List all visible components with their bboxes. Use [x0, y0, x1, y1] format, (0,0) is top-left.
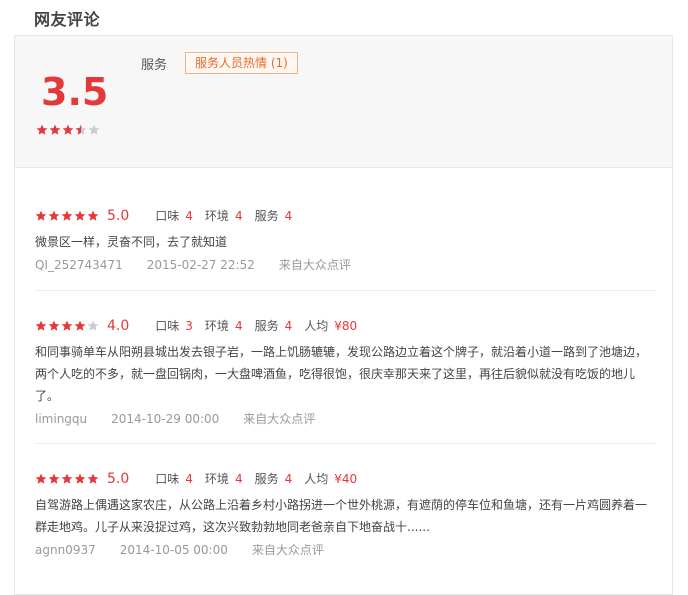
review-item: 5.0 口味 4 环境 4 服务 4 微景区一样，灵奋不同，去了就知道 QI_252743471… [35, 207, 655, 273]
review-date: 2015-02-27 22:52 [146, 258, 255, 272]
review-rating-line: 5.0 口味 4 环境 4 服务 4 人均 ¥40 [35, 470, 655, 487]
review-item: 5.0 口味 4 环境 4 服务 4 人均 ¥40 自驾游路上偶遇这家农庄，从公路上沿着乡村小路拐… [35, 470, 655, 558]
sub-rating: 服务 4 [255, 472, 293, 486]
sub-rating-label: 人均 [304, 471, 329, 486]
review-comment: 自驾游路上偶遇这家农庄，从公路上沿着乡村小路拐进一个世外桃源，有遮荫的停车位和鱼… [35, 498, 648, 534]
sub-rating-label: 口味 [155, 208, 180, 223]
sub-rating-value: 4 [185, 471, 193, 486]
review-item: 4.0 口味 3 环境 4 服务 4 人均 ¥80 和同事骑单车从阳朔县城出发去银子岩，一路上饥肠… [35, 317, 655, 427]
review-stars [35, 473, 99, 485]
review-rating-line: 5.0 口味 4 环境 4 服务 4 [35, 207, 655, 224]
sub-rating-label: 服务 [254, 471, 279, 486]
tag-category-label: 服务 [141, 58, 168, 73]
review-score: 5.0 [107, 207, 130, 224]
review-username[interactable]: agnn0937 [35, 543, 96, 557]
average-stars [36, 124, 100, 136]
review-source: 来自大众点评 [278, 258, 351, 272]
review-meta: limingqu 2014-10-29 00:00 来自大众点评 [35, 410, 655, 427]
sub-rating: 环境 4 [205, 209, 243, 223]
review-source: 来自大众点评 [251, 543, 324, 557]
rating-summary: 3.5 服务 服务人员热情 (1) [15, 36, 672, 168]
reviews-panel: 3.5 服务 服务人员热情 (1) 5.0 口味 4 环境 4 服务 4 微景区一样，灵奋不同… [14, 35, 673, 595]
sub-rating-label: 口味 [155, 471, 180, 486]
sub-rating-value: 4 [234, 471, 243, 486]
sub-rating-label: 服务 [254, 208, 279, 223]
average-score: 3.5 [41, 70, 109, 114]
sub-rating-label: 环境 [204, 471, 229, 486]
sub-rating-value: 3 [185, 318, 193, 333]
review-meta: QI_252743471 2015-02-27 22:52 来自大众点评 [35, 256, 655, 273]
sub-rating-value: 4 [234, 208, 243, 223]
review-source: 来自大众点评 [243, 412, 316, 426]
review-comment: 和同事骑单车从阳朔县城出发去银子岩，一路上饥肠辘辘，发现公路边立着这个牌子，就沿… [35, 345, 648, 403]
tag-service-staff-friendly[interactable]: 服务人员热情 (1) [185, 52, 298, 74]
review-date: 2014-10-05 00:00 [119, 543, 228, 557]
section-title: 网友评论 [34, 10, 101, 29]
review-comment: 微景区一样，灵奋不同，去了就知道 [35, 235, 228, 249]
sub-rating: 人均 ¥80 [304, 319, 357, 333]
sub-rating-label: 环境 [204, 318, 229, 333]
review-divider [35, 290, 655, 291]
sub-rating-value: 4 [185, 208, 193, 223]
sub-rating-value: ¥40 [334, 471, 358, 486]
sub-rating-value: 4 [284, 318, 293, 333]
sub-rating-label: 口味 [155, 318, 180, 333]
review-username[interactable]: limingqu [35, 412, 87, 426]
sub-rating: 环境 4 [205, 319, 243, 333]
sub-rating: 口味 4 [155, 472, 193, 486]
sub-rating: 服务 4 [255, 319, 293, 333]
review-stars [35, 320, 99, 332]
sub-rating-value: ¥80 [334, 318, 358, 333]
sub-rating: 环境 4 [205, 472, 243, 486]
sub-rating: 口味 4 [155, 209, 193, 223]
sub-rating-label: 人均 [304, 318, 329, 333]
sub-rating-value: 4 [234, 318, 243, 333]
sub-rating-value: 4 [284, 208, 293, 223]
sub-rating-value: 4 [284, 471, 293, 486]
sub-rating-label: 服务 [254, 318, 279, 333]
review-score: 4.0 [107, 317, 130, 334]
review-divider [35, 443, 655, 444]
sub-rating-label: 环境 [204, 208, 229, 223]
sub-rating: 人均 ¥40 [304, 472, 357, 486]
review-date: 2014-10-29 00:00 [111, 412, 220, 426]
review-meta: agnn0937 2014-10-05 00:00 来自大众点评 [35, 541, 655, 558]
review-rating-line: 4.0 口味 3 环境 4 服务 4 人均 ¥80 [35, 317, 655, 334]
review-stars [35, 210, 99, 222]
sub-rating: 服务 4 [255, 209, 293, 223]
review-score: 5.0 [107, 470, 130, 487]
review-username[interactable]: QI_252743471 [35, 258, 123, 272]
sub-rating: 口味 3 [155, 319, 193, 333]
